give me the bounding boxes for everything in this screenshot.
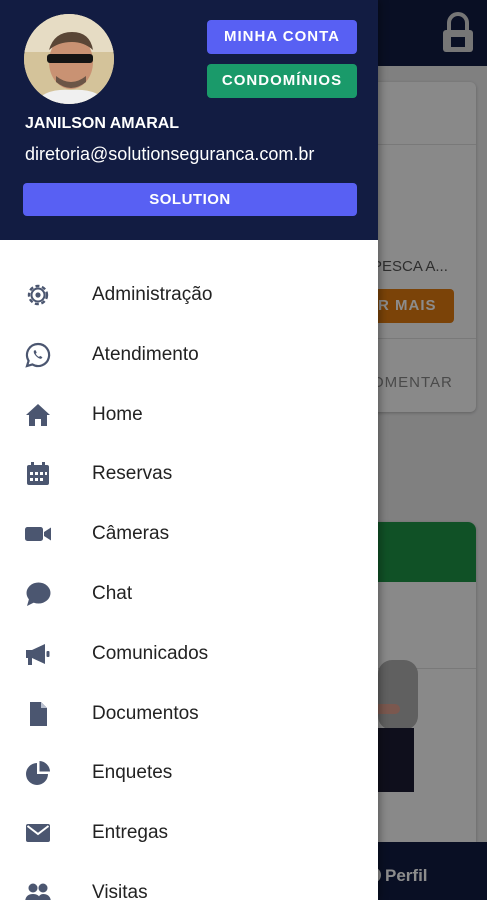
megaphone-icon (24, 640, 52, 668)
menu-item-documentos[interactable]: Documentos (0, 684, 378, 744)
menu-item-enquetes[interactable]: Enquetes (0, 743, 378, 803)
menu-item-label: Reservas (92, 463, 173, 485)
menu-item-chat[interactable]: Chat (0, 564, 378, 624)
chat-bubble-icon (24, 580, 52, 608)
condos-button[interactable]: CONDOMÍNIOS (207, 64, 357, 98)
menu-item-visitas[interactable]: Visitas (0, 863, 378, 900)
home-icon (24, 401, 52, 429)
menu-item-cameras[interactable]: Câmeras (0, 504, 378, 564)
calendar-icon (24, 460, 52, 488)
menu-item-atendimento[interactable]: Atendimento (0, 325, 378, 385)
menu-item-label: Chat (92, 582, 133, 604)
menu-item-entregas[interactable]: Entregas (0, 803, 378, 863)
menu-item-label: Documentos (92, 702, 199, 724)
menu-item-label: Câmeras (92, 523, 170, 545)
solution-button[interactable]: SOLUTION (23, 183, 357, 216)
whatsapp-icon (24, 341, 52, 369)
menu-item-label: Comunicados (92, 642, 209, 664)
avatar[interactable] (24, 14, 114, 104)
user-email: diretoria@solutionseguranca.com.br (25, 144, 315, 164)
menu-item-label: Entregas (92, 822, 169, 844)
gear-icon (24, 281, 52, 309)
menu-item-home[interactable]: Home (0, 385, 378, 445)
pie-chart-icon (24, 759, 52, 787)
menu-item-label: Atendimento (92, 343, 199, 365)
menu-item-reservas[interactable]: Reservas (0, 444, 378, 504)
my-account-button[interactable]: MINHA CONTA (207, 20, 357, 54)
document-icon (24, 700, 52, 728)
menu-item-label: Visitas (92, 881, 148, 900)
navigation-drawer: MINHA CONTA CONDOMÍNIOS JANILSON AMARAL … (0, 0, 378, 900)
menu-item-comunicados[interactable]: Comunicados (0, 624, 378, 684)
menu-item-label: Enquetes (92, 762, 173, 784)
menu-item-label: Administração (92, 284, 213, 305)
user-name: JANILSON AMARAL (25, 115, 180, 132)
menu-item-label: Home (92, 403, 143, 425)
users-icon (24, 879, 52, 900)
video-camera-icon (24, 520, 52, 548)
menu-item-administracao[interactable]: Administração (0, 265, 378, 325)
drawer-menu: Administração Atendimento Home Reservas … (0, 265, 378, 900)
envelope-icon (24, 819, 52, 847)
drawer-header: MINHA CONTA CONDOMÍNIOS JANILSON AMARAL … (0, 0, 378, 240)
